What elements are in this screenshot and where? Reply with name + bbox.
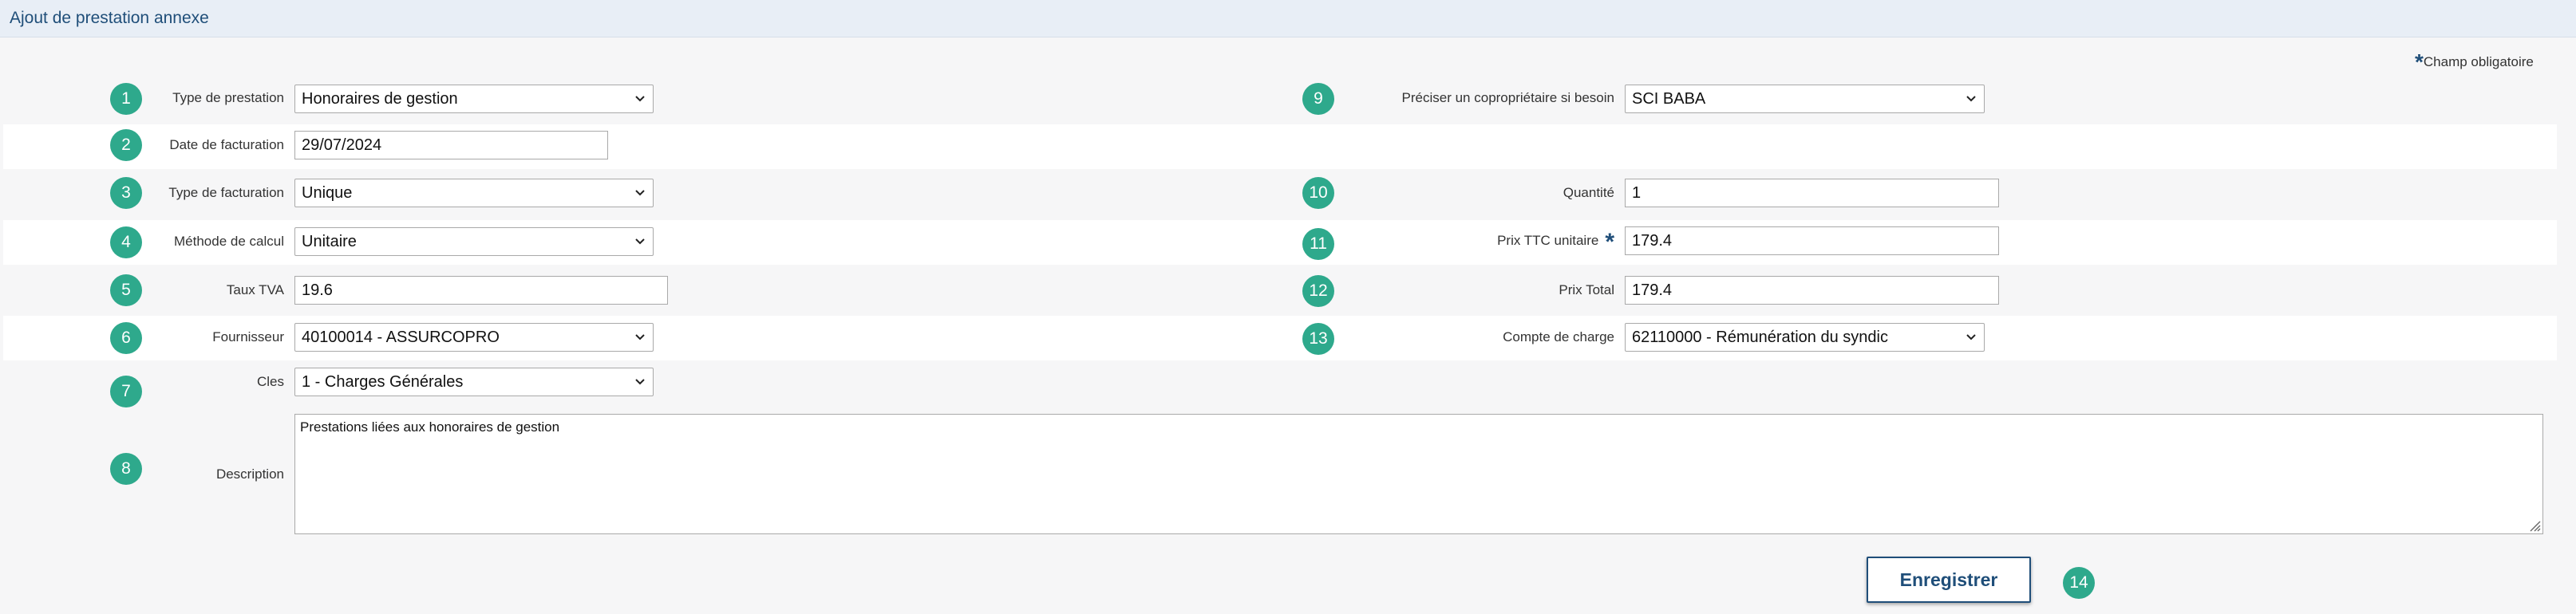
- taux-tva-input[interactable]: 19.6: [294, 276, 668, 305]
- required-star-icon: *: [1605, 229, 1614, 255]
- description-label: Description: [215, 466, 284, 482]
- step-badge-6: 6: [110, 322, 142, 354]
- step-badge-1: 1: [110, 83, 142, 115]
- compte-charge-value: 62110000 - Rémunération du syndic: [1632, 329, 1888, 346]
- save-button[interactable]: Enregistrer: [1867, 557, 2031, 603]
- chevron-down-icon: [1966, 96, 1976, 102]
- prix-ttc-unitaire-label-text: Prix TTC unitaire: [1497, 233, 1599, 248]
- methode-calcul-value: Unitaire: [302, 233, 357, 250]
- cles-label: Cles: [256, 374, 284, 389]
- chevron-down-icon: [635, 334, 645, 340]
- methode-calcul-label: Méthode de calcul: [174, 234, 284, 249]
- compte-charge-label: Compte de charge: [1503, 329, 1614, 344]
- required-star-icon: *: [2415, 49, 2424, 74]
- date-facturation-label: Date de facturation: [169, 137, 284, 152]
- prix-total-label: Prix Total: [1559, 282, 1614, 297]
- type-facturation-value: Unique: [302, 184, 353, 202]
- taux-tva-label: Taux TVA: [226, 282, 284, 297]
- quantite-input[interactable]: 1: [1625, 179, 1999, 207]
- step-badge-11: 11: [1302, 228, 1334, 260]
- coproprietaire-label: Préciser un copropriétaire si besoin: [1401, 90, 1614, 105]
- prix-total-input[interactable]: 179.4: [1625, 276, 1999, 305]
- coproprietaire-select[interactable]: SCI BABA: [1625, 85, 1985, 113]
- page-header: Ajout de prestation annexe: [0, 0, 2576, 37]
- prix-ttc-unitaire-input[interactable]: 179.4: [1625, 226, 1999, 255]
- fournisseur-value: 40100014 - ASSURCOPRO: [302, 329, 500, 346]
- chevron-down-icon: [635, 379, 645, 385]
- required-field-note: *Champ obligatoire: [2415, 49, 2534, 75]
- coproprietaire-value: SCI BABA: [1632, 90, 1706, 108]
- quantite-label: Quantité: [1563, 185, 1614, 200]
- chevron-down-icon: [635, 238, 645, 245]
- chevron-down-icon: [635, 190, 645, 196]
- cles-select[interactable]: 1 - Charges Générales: [294, 368, 654, 396]
- step-badge-12: 12: [1302, 275, 1334, 307]
- prix-ttc-unitaire-label: Prix TTC unitaire *: [1497, 229, 1614, 256]
- description-textarea[interactable]: Prestations liées aux honoraires de gest…: [294, 414, 2543, 534]
- step-badge-5: 5: [110, 274, 142, 306]
- fournisseur-select[interactable]: 40100014 - ASSURCOPRO: [294, 323, 654, 352]
- step-badge-4: 4: [110, 226, 142, 258]
- step-badge-8: 8: [110, 453, 142, 485]
- step-badge-9: 9: [1302, 83, 1334, 115]
- step-badge-10: 10: [1302, 177, 1334, 209]
- chevron-down-icon: [1966, 334, 1976, 340]
- compte-charge-select[interactable]: 62110000 - Rémunération du syndic: [1625, 323, 1985, 352]
- description-text: Prestations liées aux honoraires de gest…: [300, 419, 560, 435]
- type-facturation-label: Type de facturation: [168, 185, 284, 200]
- resize-grip-icon[interactable]: [2527, 518, 2541, 532]
- date-facturation-input[interactable]: 29/07/2024: [294, 131, 608, 159]
- step-badge-13: 13: [1302, 323, 1334, 355]
- cles-value: 1 - Charges Générales: [302, 373, 464, 391]
- step-badge-2: 2: [110, 129, 142, 161]
- type-facturation-select[interactable]: Unique: [294, 179, 654, 207]
- type-prestation-select[interactable]: Honoraires de gestion: [294, 85, 654, 113]
- fournisseur-label: Fournisseur: [212, 329, 284, 344]
- chevron-down-icon: [635, 96, 645, 102]
- step-badge-14: 14: [2063, 567, 2095, 599]
- type-prestation-value: Honoraires de gestion: [302, 90, 458, 108]
- step-badge-3: 3: [110, 177, 142, 209]
- step-badge-7: 7: [110, 376, 142, 407]
- methode-calcul-select[interactable]: Unitaire: [294, 227, 654, 256]
- type-prestation-label: Type de prestation: [172, 90, 284, 105]
- page-title: Ajout de prestation annexe: [10, 9, 209, 27]
- required-note-text: Champ obligatoire: [2423, 54, 2534, 69]
